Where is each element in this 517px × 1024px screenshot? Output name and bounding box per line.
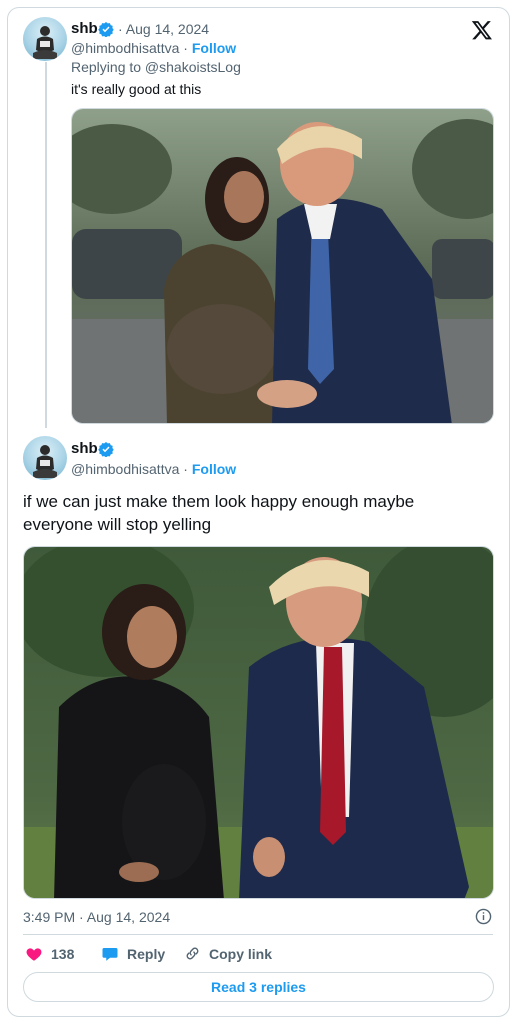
tweet-date[interactable]: · Aug 14, 2024 — [118, 21, 209, 37]
copy-link-label: Copy link — [209, 945, 273, 962]
tweet-timestamp[interactable]: 3:49 PM · Aug 14, 2024 — [23, 909, 170, 925]
copy-link-button[interactable]: Copy link — [184, 945, 272, 962]
like-count: 138 — [51, 946, 75, 962]
display-name[interactable]: shb — [71, 20, 98, 37]
handle-row: @himbodhisattva · Follow — [71, 461, 237, 477]
main-tweet-image[interactable] — [23, 546, 494, 899]
display-name[interactable]: shb — [71, 440, 98, 457]
replying-to[interactable]: Replying to @shakoistsLog — [71, 59, 241, 75]
photo-illustration — [72, 109, 493, 423]
reply-tweet-image[interactable] — [71, 108, 494, 424]
reply-button[interactable]: Reply — [101, 945, 165, 963]
avatar-figure-icon — [33, 445, 57, 478]
follow-button[interactable]: Follow — [192, 40, 236, 56]
avatar[interactable] — [23, 436, 67, 480]
thread-line — [45, 62, 47, 428]
reply-tweet-text: it's really good at this — [71, 81, 202, 97]
reply-bubble-icon — [102, 948, 118, 961]
x-logo-icon[interactable] — [471, 19, 493, 41]
heart-icon — [26, 948, 42, 961]
reply-label: Reply — [127, 946, 166, 962]
handle[interactable]: @himbodhisattva — [71, 461, 179, 477]
verified-badge-icon — [98, 442, 114, 457]
handle-row: @himbodhisattva · Follow — [71, 40, 237, 56]
verified-badge-icon — [98, 22, 114, 37]
link-icon — [186, 947, 199, 960]
handle[interactable]: @himbodhisattva — [71, 40, 179, 56]
avatar-figure-icon — [33, 26, 57, 59]
info-icon[interactable] — [475, 908, 492, 925]
main-tweet-text: if we can just make them look happy enou… — [23, 492, 415, 534]
read-replies-button[interactable]: Read 3 replies — [23, 972, 494, 1002]
divider — [23, 934, 493, 935]
follow-button[interactable]: Follow — [192, 461, 236, 477]
avatar[interactable] — [23, 17, 67, 61]
photo-illustration — [24, 547, 493, 898]
like-button[interactable]: 138 — [25, 945, 74, 963]
